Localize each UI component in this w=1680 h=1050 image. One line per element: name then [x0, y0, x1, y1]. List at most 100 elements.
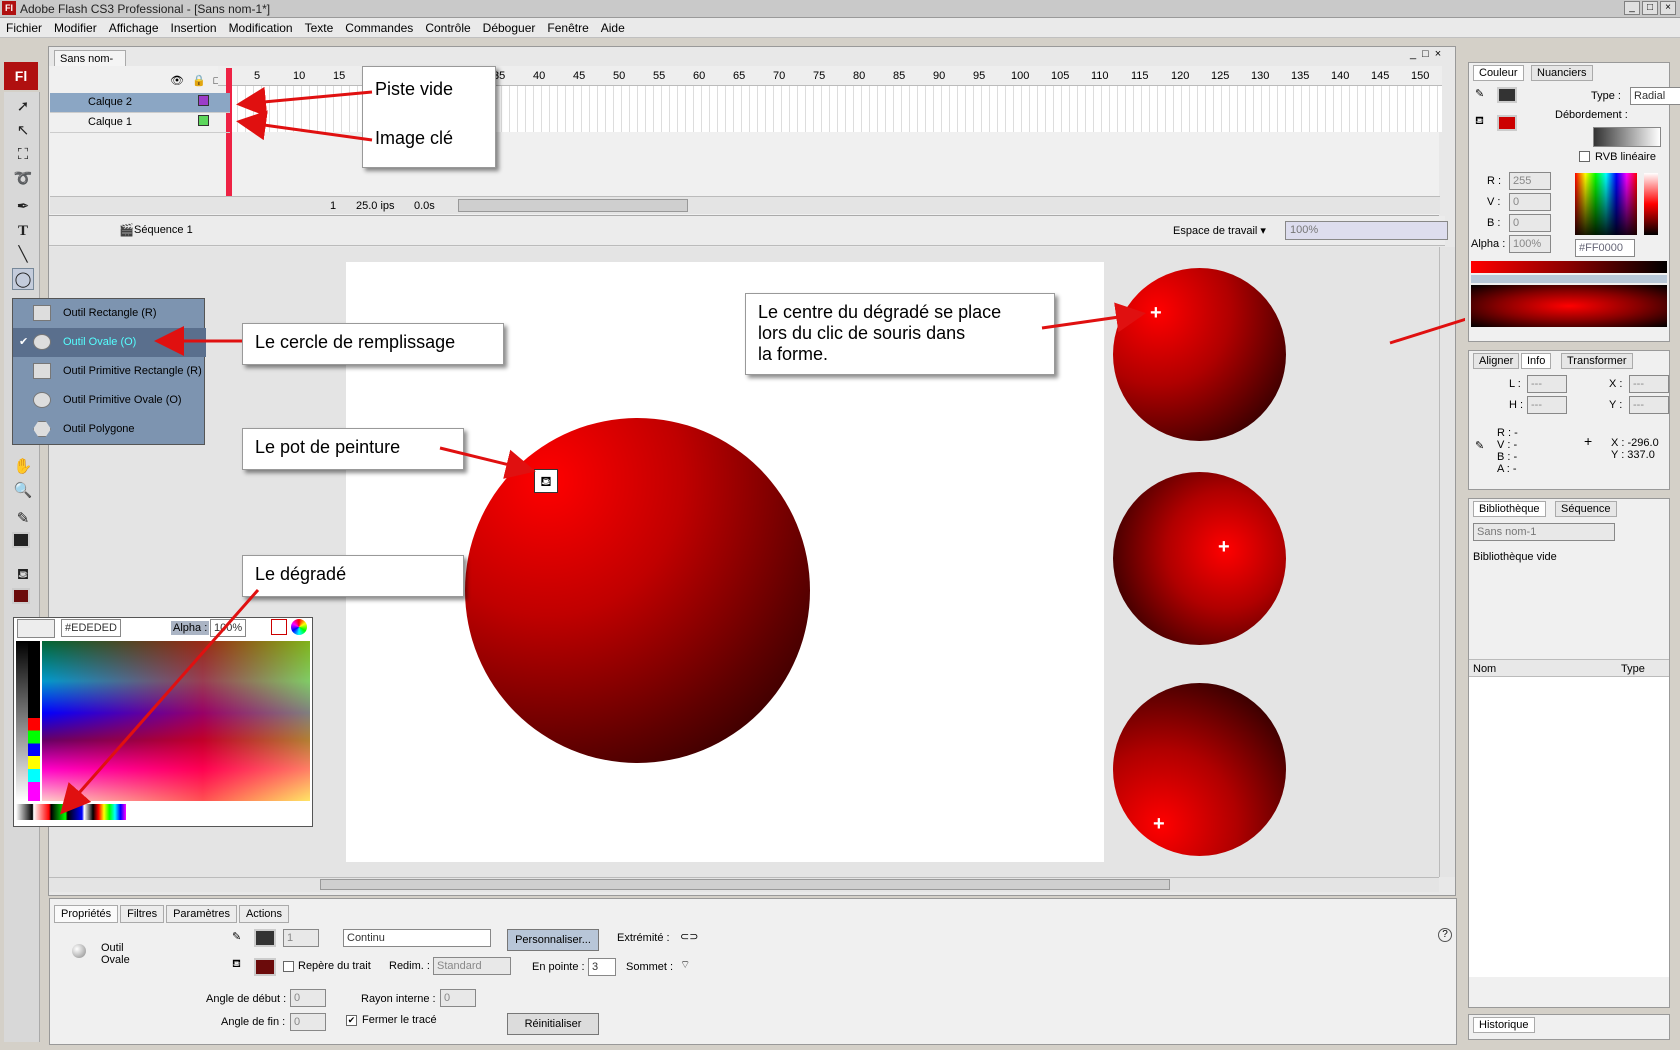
close-path-checkbox[interactable]: ✔ [346, 1015, 357, 1026]
tab-filtres[interactable]: Filtres [120, 905, 165, 923]
menu-controle[interactable]: Contrôle [425, 21, 470, 35]
tab-aligner[interactable]: Aligner [1473, 353, 1520, 369]
flyout-oval-tool[interactable]: ✔ Outil Ovale (O) [13, 328, 206, 357]
help-icon[interactable]: ? [1438, 928, 1452, 942]
hex-input[interactable]: #FF0000 [1575, 239, 1635, 257]
brightness-slider[interactable] [1644, 173, 1658, 235]
fill-swatch[interactable] [1497, 115, 1517, 131]
menu-fenetre[interactable]: Fenêtre [547, 21, 588, 35]
maximize-button[interactable]: □ [1642, 1, 1658, 15]
gradient-swatches[interactable] [16, 804, 126, 820]
flyout-rectangle-tool[interactable]: Outil Rectangle (R) [13, 299, 206, 328]
width-input[interactable]: --- [1527, 375, 1567, 393]
no-color-icon[interactable] [271, 619, 287, 635]
gradient-stops-track[interactable] [1471, 275, 1667, 283]
gradient-circle-1[interactable] [1113, 268, 1286, 441]
workspace-menu[interactable]: Espace de travail ▾ [1173, 224, 1266, 237]
y-input[interactable]: --- [1629, 396, 1669, 414]
lasso-tool-icon[interactable]: ➰ [12, 168, 34, 190]
color-picker-icon[interactable] [291, 619, 307, 635]
stroke-style-select[interactable]: Continu [343, 929, 491, 947]
pen-tool-icon[interactable]: ✒ [12, 196, 34, 218]
green-input[interactable]: 0 [1509, 193, 1551, 211]
transform-tool-icon[interactable]: ⛶ [12, 144, 34, 166]
gradient-type-select[interactable]: Radial [1630, 87, 1680, 105]
minimize-button[interactable]: _ [1624, 1, 1640, 15]
subselection-tool-icon[interactable]: ↖ [12, 120, 34, 142]
column-type[interactable]: Type [1621, 663, 1645, 675]
line-tool-icon[interactable]: ╲ [12, 244, 34, 266]
fill-bucket-icon[interactable]: ⛾ [12, 564, 34, 586]
menu-insertion[interactable]: Insertion [171, 21, 217, 35]
tab-sequence[interactable]: Séquence [1555, 501, 1617, 517]
primary-column[interactable] [28, 641, 40, 801]
flyout-primitive-rectangle-tool[interactable]: Outil Primitive Rectangle (R) [13, 357, 206, 386]
zoom-tool-icon[interactable]: 🔍 [12, 480, 34, 502]
playhead[interactable] [226, 68, 232, 210]
miter-input[interactable]: 3 [588, 958, 616, 976]
tab-parametres[interactable]: Paramètres [166, 905, 237, 923]
x-input[interactable]: --- [1629, 375, 1669, 393]
height-input[interactable]: --- [1527, 396, 1567, 414]
document-window-controls[interactable]: _□× [1410, 48, 1447, 60]
alpha-input[interactable]: 100% [1509, 235, 1551, 253]
menu-modification[interactable]: Modification [229, 21, 293, 35]
swatch-alpha-input[interactable]: 100% [210, 619, 246, 637]
hinting-checkbox[interactable] [283, 961, 294, 972]
gradient-circle-3[interactable] [1113, 683, 1286, 856]
flyout-primitive-oval-tool[interactable]: Outil Primitive Ovale (O) [13, 386, 206, 415]
menu-deboguer[interactable]: Déboguer [483, 21, 536, 35]
gradient-circle-2[interactable] [1113, 472, 1286, 645]
grayscale-column[interactable] [16, 641, 28, 801]
scene-name[interactable]: Séquence 1 [134, 224, 193, 236]
oval-tool-icon[interactable]: ◯ [12, 268, 34, 290]
library-document-select[interactable]: Sans nom-1 [1473, 523, 1615, 541]
tab-historique[interactable]: Historique [1473, 1017, 1535, 1033]
selection-tool-icon[interactable]: ➚ [12, 96, 34, 118]
layer-calque-1[interactable]: Calque 1 [50, 113, 230, 133]
menu-aide[interactable]: Aide [601, 21, 625, 35]
menu-affichage[interactable]: Affichage [109, 21, 159, 35]
hand-tool-icon[interactable]: ✋ [12, 456, 34, 478]
inner-radius-input[interactable]: 0 [440, 989, 476, 1007]
stroke-width-input[interactable]: 1 [283, 929, 319, 947]
document-tab[interactable]: Sans nom-1* [54, 50, 126, 77]
stroke-color-swatch[interactable] [12, 532, 30, 548]
fill-color-picker[interactable] [254, 958, 276, 976]
reset-button[interactable]: Réinitialiser [507, 1013, 599, 1035]
timeline-scrollbar[interactable] [458, 199, 688, 212]
overflow-select[interactable] [1593, 127, 1661, 147]
vertical-scrollbar[interactable] [1439, 247, 1455, 877]
red-input[interactable]: 255 [1509, 172, 1551, 190]
horizontal-scroll-thumb[interactable] [320, 879, 1170, 890]
stroke-color-picker[interactable] [254, 929, 276, 947]
cap-select-icon[interactable]: ⊂⊃ [680, 930, 698, 943]
swatch-grid[interactable] [42, 641, 310, 801]
flyout-polygon-tool[interactable]: Outil Polygone [13, 415, 206, 444]
menu-fichier[interactable]: Fichier [6, 21, 42, 35]
text-tool-icon[interactable]: T [12, 220, 34, 242]
stroke-swatch[interactable] [1497, 87, 1517, 103]
join-select-icon[interactable]: ⌔ [680, 958, 690, 972]
fill-color-swatch[interactable] [12, 588, 30, 604]
end-angle-input[interactable]: 0 [290, 1013, 326, 1031]
start-angle-input[interactable]: 0 [290, 989, 326, 1007]
stroke-color-icon[interactable]: ✎ [12, 508, 34, 530]
menu-commandes[interactable]: Commandes [345, 21, 413, 35]
gradient-bar[interactable] [1471, 261, 1667, 273]
library-list[interactable] [1469, 677, 1669, 977]
tab-proprietes[interactable]: Propriétés [54, 905, 119, 923]
menu-modifier[interactable]: Modifier [54, 21, 97, 35]
blue-input[interactable]: 0 [1509, 214, 1551, 232]
layer-calque-2[interactable]: Calque 2 [50, 93, 230, 113]
menu-texte[interactable]: Texte [305, 21, 334, 35]
scale-select[interactable]: Standard [433, 957, 511, 975]
tab-bibliotheque[interactable]: Bibliothèque [1473, 501, 1546, 517]
close-button[interactable]: × [1660, 1, 1676, 15]
color-spectrum[interactable] [1575, 173, 1637, 235]
large-gradient-circle[interactable] [465, 418, 810, 763]
tab-info[interactable]: Info [1521, 353, 1552, 369]
tab-nuanciers[interactable]: Nuanciers [1531, 65, 1593, 81]
zoom-select[interactable]: 100% [1285, 221, 1448, 240]
tab-actions[interactable]: Actions [238, 905, 290, 923]
